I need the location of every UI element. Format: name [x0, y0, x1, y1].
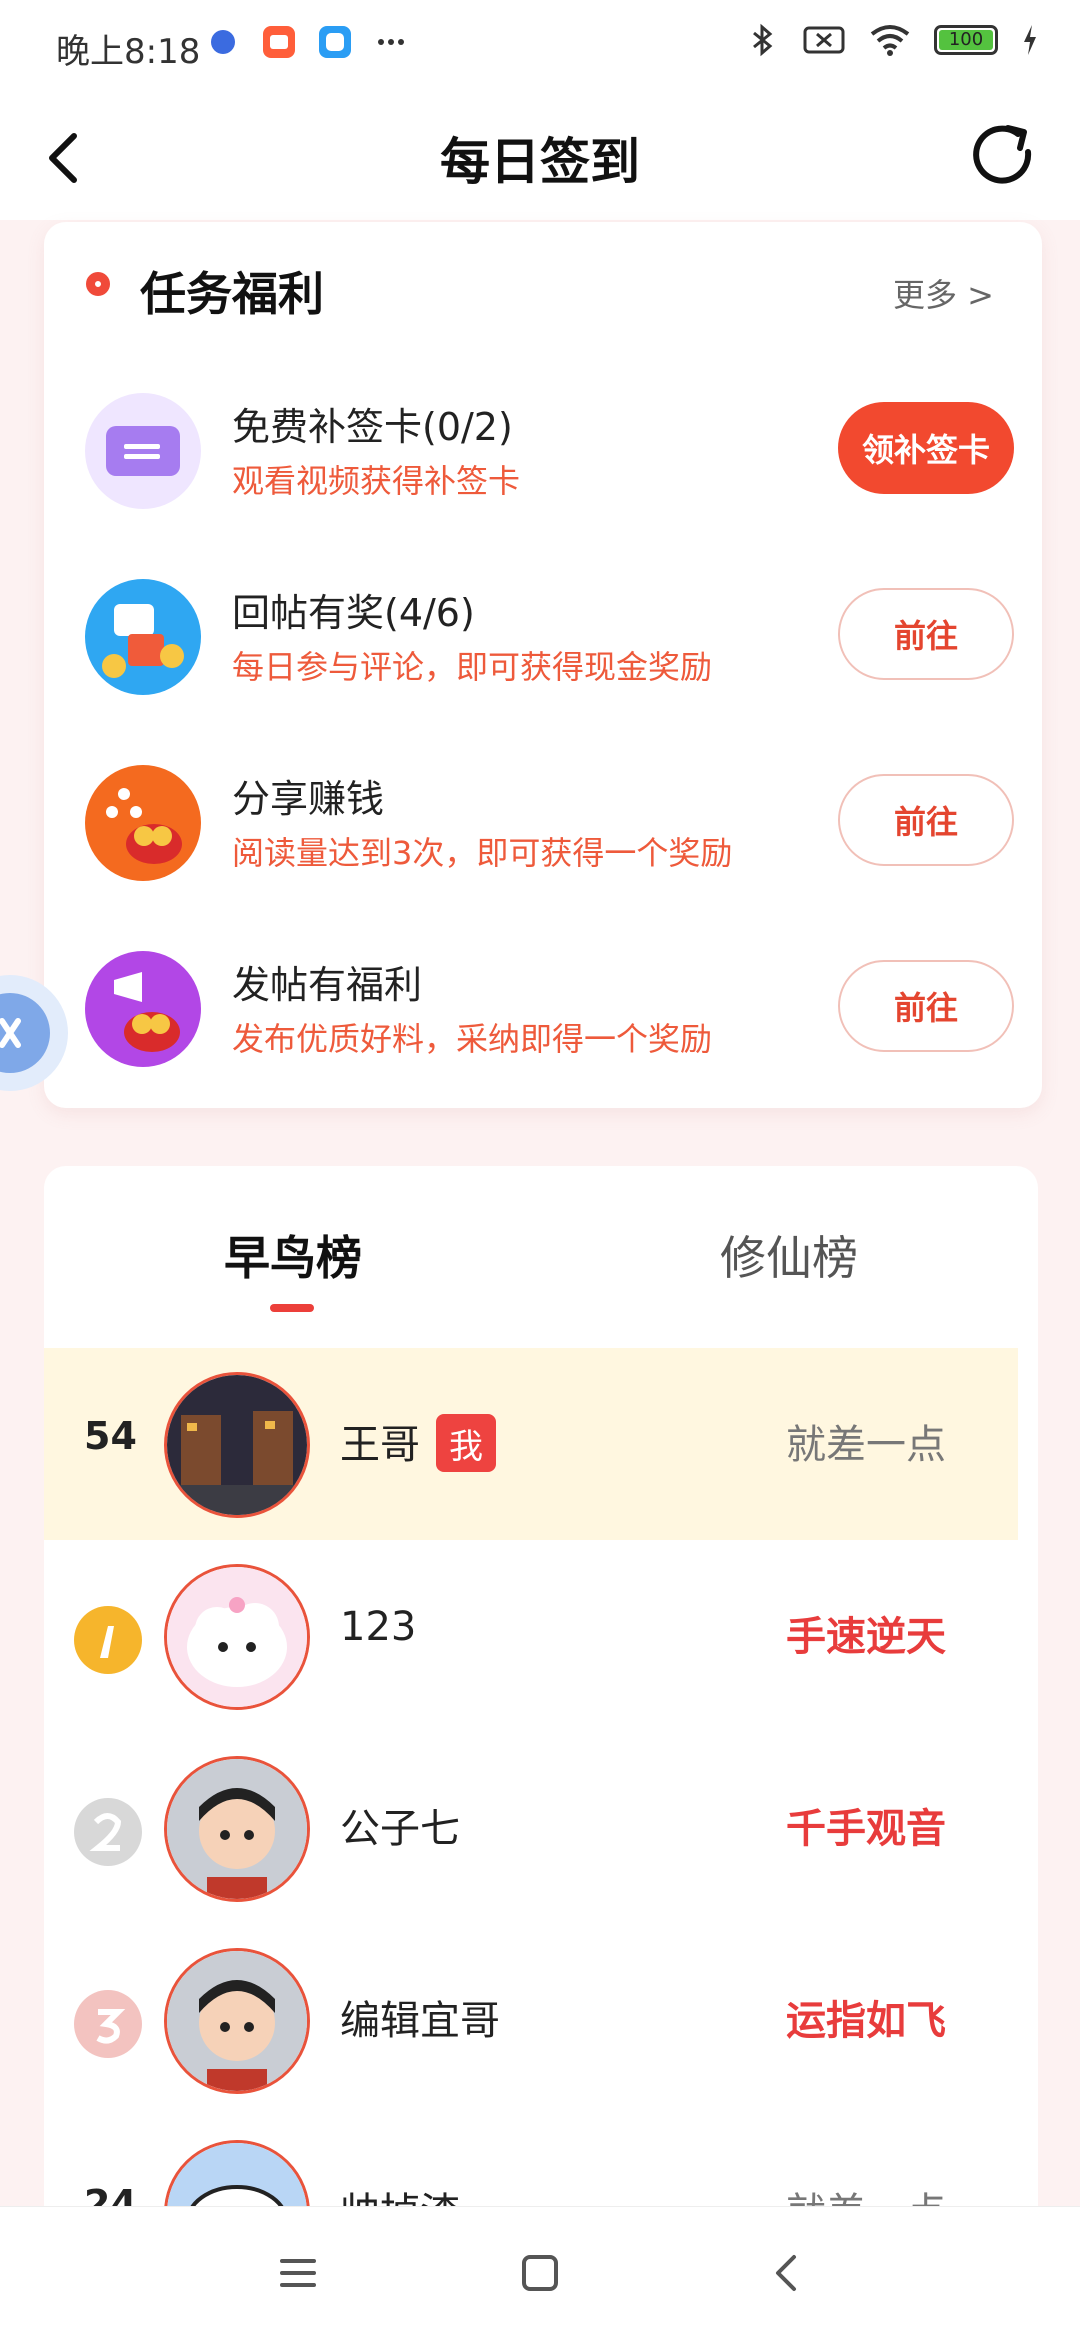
avatar [164, 1756, 310, 1902]
app-icon [319, 26, 351, 58]
bluetooth-icon [753, 23, 773, 57]
charging-icon [1024, 25, 1036, 55]
gold-medal-icon [74, 1606, 142, 1674]
battery-icon: 100 [934, 25, 998, 55]
megaphone-icon [85, 951, 201, 1067]
status-time: 晚上8:18 [56, 32, 201, 72]
user-name: 123 [340, 1604, 417, 1650]
rank-tag: 运指如飞 [786, 1998, 946, 2044]
status-bar: 晚上8:18 100 [0, 0, 1080, 96]
page-title: 每日签到 [440, 133, 640, 191]
rank-number: 54 [84, 1414, 137, 1458]
go-button[interactable]: 前往 [838, 774, 1014, 866]
tab-immortal[interactable]: 修仙榜 [720, 1222, 858, 1288]
cartoon-boy-avatar-image [167, 1951, 307, 2091]
night-street-avatar-image [167, 1375, 307, 1515]
menu-nav-button[interactable] [276, 2251, 320, 2295]
cloud-avatar-image [167, 1567, 307, 1707]
leaderboard-row[interactable]: 公子七 千手观音 [44, 1732, 1018, 1924]
wifi-icon [870, 25, 910, 56]
back-nav-button[interactable] [766, 2251, 810, 2295]
tab-early-bird[interactable]: 早鸟榜 [224, 1222, 362, 1288]
avatar [164, 1372, 310, 1518]
refresh-button[interactable] [964, 116, 1044, 196]
task-name: 免费补签卡(0/2) [232, 405, 513, 449]
task-name: 回帖有奖(4/6) [232, 591, 475, 635]
app-header: 每日签到 [0, 96, 1080, 220]
home-nav-button[interactable] [518, 2251, 562, 2295]
leaderboard-row[interactable]: 编辑宜哥 运指如飞 [44, 1924, 1018, 2116]
battery-level: 100 [948, 29, 984, 50]
me-badge: 我 [436, 1414, 496, 1472]
go-button[interactable]: 前往 [838, 588, 1014, 680]
section-dot-icon [86, 272, 110, 296]
user-name: 王哥 [340, 1422, 420, 1468]
task-item: 分享赚钱 阅读量达到3次，即可获得一个奖励 前往 [84, 744, 1014, 904]
avatar [164, 1948, 310, 2094]
floating-close-button[interactable] [0, 958, 70, 1108]
leaderboard-card: 早鸟榜 修仙榜 54 王哥 我 就差一点 123 手速逆天 公子七 千手观音 编… [44, 1166, 1038, 2286]
avatar [164, 1564, 310, 1710]
cartoon-boy-avatar-image [167, 1759, 307, 1899]
system-icons: 100 [744, 22, 1040, 58]
claim-card-button[interactable]: 领补签卡 [838, 402, 1014, 494]
reply-reward-icon [85, 579, 201, 695]
rank-tag: 就差一点 [786, 1422, 946, 1468]
more-notifications-icon [378, 39, 404, 45]
baidu-icon [211, 30, 235, 54]
task-desc: 阅读量达到3次，即可获得一个奖励 [232, 834, 733, 872]
task-item: 发帖有福利 发布优质好料，采纳即得一个奖励 前往 [84, 930, 1014, 1090]
leaderboard-row[interactable]: 123 手速逆天 [44, 1540, 1018, 1732]
ticket-icon [85, 393, 201, 509]
more-link[interactable]: 更多 > [893, 270, 994, 316]
section-title: 任务福利 [140, 267, 324, 321]
task-desc: 每日参与评论，即可获得现金奖励 [232, 648, 713, 686]
rank-tag: 手速逆天 [786, 1614, 946, 1660]
bronze-medal-icon [74, 1990, 142, 2058]
task-name: 发帖有福利 [232, 963, 423, 1007]
user-name: 公子七 [340, 1806, 460, 1852]
taobao-icon [263, 26, 295, 58]
notification-icons [205, 24, 409, 60]
task-name: 分享赚钱 [232, 777, 385, 821]
task-item: 回帖有奖(4/6) 每日参与评论，即可获得现金奖励 前往 [84, 558, 1014, 718]
task-welfare-card: 任务福利 更多 > 免费补签卡(0/2) 观看视频获得补签卡 领补签卡 回帖有奖… [44, 222, 1042, 1108]
task-item: 免费补签卡(0/2) 观看视频获得补签卡 领补签卡 [84, 372, 1014, 532]
go-button[interactable]: 前往 [838, 960, 1014, 1052]
rank-tag: 千手观音 [786, 1806, 946, 1852]
silver-medal-icon [74, 1798, 142, 1866]
share-money-icon [85, 765, 201, 881]
system-nav-bar [0, 2206, 1080, 2341]
leaderboard-row-me[interactable]: 54 王哥 我 就差一点 [44, 1348, 1018, 1540]
task-desc: 观看视频获得补签卡 [232, 462, 521, 500]
tab-indicator [270, 1304, 314, 1312]
user-name: 编辑宜哥 [340, 1998, 500, 2044]
task-desc: 发布优质好料，采纳即得一个奖励 [232, 1020, 713, 1058]
no-sim-icon [803, 26, 845, 54]
